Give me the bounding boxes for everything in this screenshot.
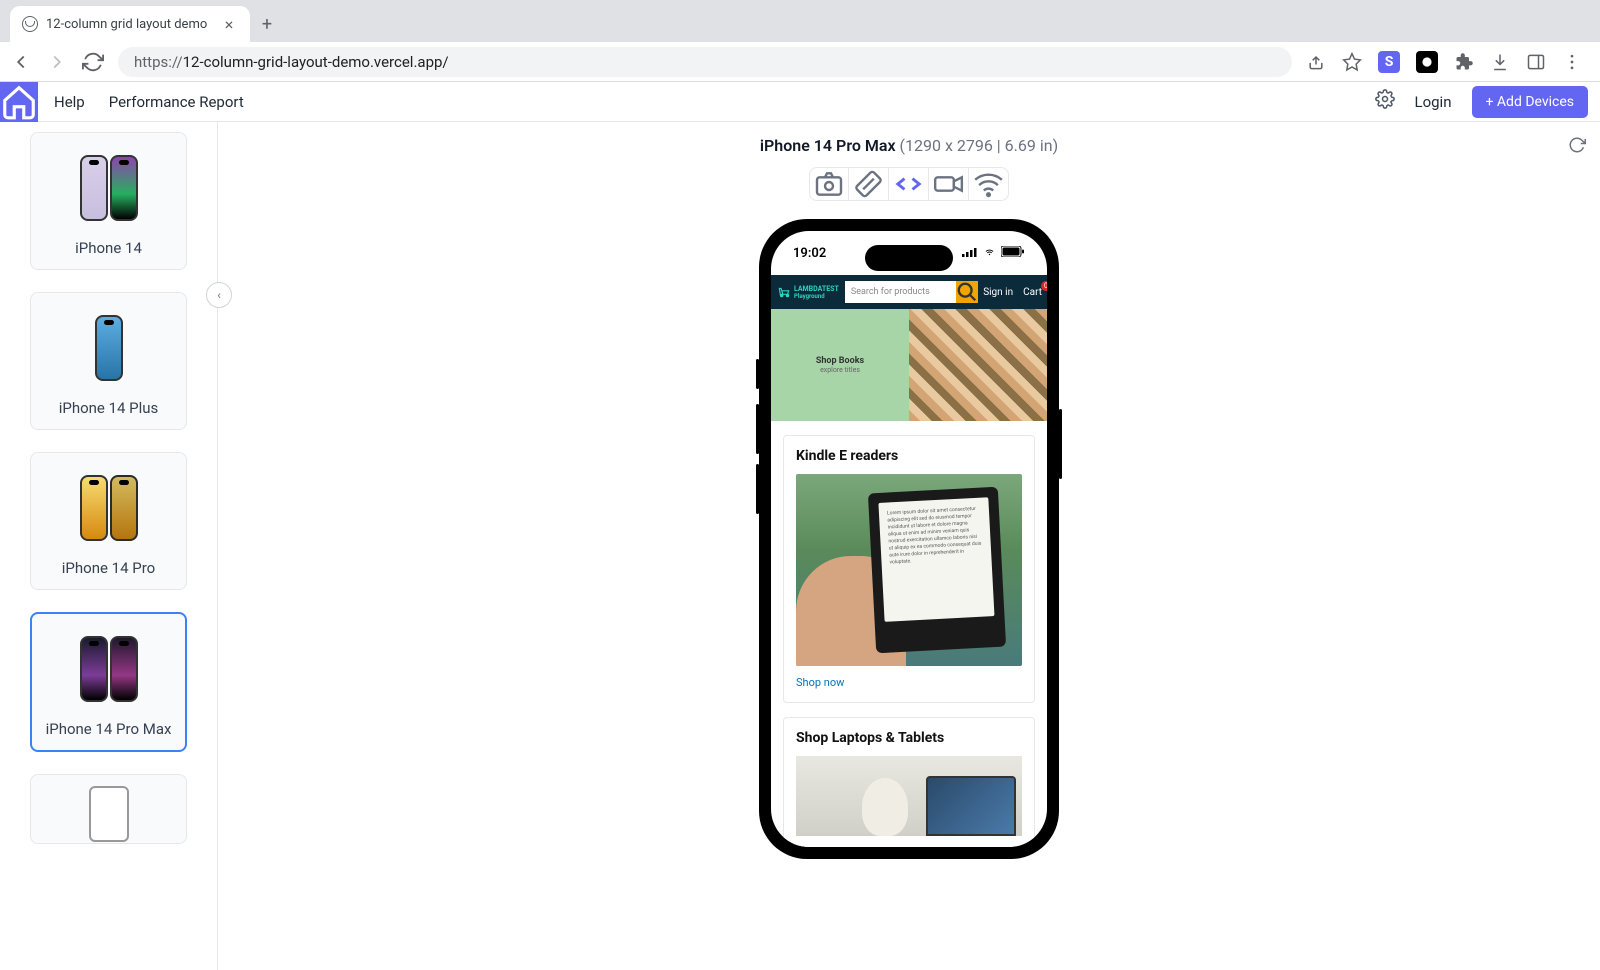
mobile-logo[interactable]: LAMBDATESTPlayground — [771, 285, 845, 300]
reload-button[interactable] — [82, 51, 104, 73]
menu-performance-report[interactable]: Performance Report — [109, 93, 244, 111]
device-card-iphone-14-pro[interactable]: iPhone 14 Pro — [30, 452, 187, 590]
device-thumbnail — [76, 628, 142, 710]
home-button[interactable] — [0, 82, 38, 122]
device-label: iPhone 14 Pro — [62, 559, 155, 577]
hero-image — [909, 309, 1047, 421]
browser-address-bar: https://12-column-grid-layout-demo.verce… — [0, 42, 1600, 82]
device-sidebar: iPhone 14 iPhone 14 Plus iPhone 14 Pro i… — [0, 122, 218, 970]
card-title: Shop Laptops & Tablets — [796, 730, 1022, 746]
device-card-iphone-14-pro-max[interactable]: iPhone 14 Pro Max — [30, 612, 187, 752]
preview-canvas: iPhone 14 Pro Max (1290 x 2796 | 6.69 in… — [218, 122, 1600, 970]
product-card-laptops: Shop Laptops & Tablets — [783, 717, 1035, 847]
refresh-icon[interactable] — [1568, 136, 1586, 158]
kindle-graphic: Lorem ipsum dolor sit amet consectetur a… — [868, 487, 1006, 654]
share-icon[interactable] — [1306, 52, 1326, 72]
extension-icon[interactable]: S — [1378, 51, 1400, 73]
mobile-cart-link[interactable]: Cart0 — [1018, 287, 1047, 298]
mobile-search-input[interactable]: Search for products — [845, 281, 956, 303]
card-image[interactable]: Lorem ipsum dolor sit amet consectetur a… — [796, 474, 1022, 666]
panel-icon[interactable] — [1526, 52, 1546, 72]
browser-tab[interactable]: 12-column grid layout demo × — [10, 6, 250, 42]
device-side-button — [1059, 409, 1062, 479]
kebab-menu-icon[interactable] — [1562, 52, 1582, 72]
device-meta: (1290 x 2796 | 6.69 in) — [900, 136, 1059, 155]
device-thumbnail — [76, 307, 142, 389]
gear-icon[interactable] — [1375, 89, 1395, 114]
status-time: 19:02 — [793, 246, 826, 261]
mobile-hero-banner[interactable]: Shop Books explore titles — [771, 309, 1047, 421]
device-thumbnail — [76, 789, 142, 839]
device-card-iphone-14-plus[interactable]: iPhone 14 Plus — [30, 292, 187, 430]
signal-icon — [962, 246, 978, 261]
preview-toolbar — [238, 167, 1580, 201]
add-devices-button[interactable]: + Add Devices — [1472, 86, 1589, 118]
globe-icon — [22, 16, 38, 32]
device-label: iPhone 14 Pro Max — [46, 720, 172, 738]
product-card-kindle: Kindle E readers Lorem ipsum dolor sit a… — [783, 435, 1035, 703]
network-icon[interactable] — [969, 167, 1009, 201]
card-title: Kindle E readers — [796, 448, 1022, 464]
device-side-button — [756, 404, 759, 454]
device-thumbnail — [76, 147, 142, 229]
mobile-signin-link[interactable]: Sign in — [978, 287, 1018, 298]
device-label: iPhone 14 Plus — [59, 399, 159, 417]
browser-tab-strip: 12-column grid layout demo × + — [0, 0, 1600, 42]
device-card-next[interactable] — [30, 774, 187, 844]
device-card-iphone-14[interactable]: iPhone 14 — [30, 132, 187, 270]
dynamic-island — [865, 245, 953, 271]
device-info-header: iPhone 14 Pro Max (1290 x 2796 | 6.69 in… — [238, 136, 1580, 155]
rotate-icon[interactable] — [849, 167, 889, 201]
mobile-site-header: LAMBDATESTPlayground Search for products… — [771, 275, 1047, 309]
menu-help[interactable]: Help — [54, 93, 85, 111]
laptop-graphic — [926, 776, 1016, 836]
device-screen[interactable]: 19:02 LAMBDATESTPlayground — [771, 231, 1047, 847]
extensions-icon[interactable] — [1454, 52, 1474, 72]
url-text: 12-column-grid-layout-demo.vercel.app/ — [183, 53, 449, 71]
sidebar-collapse-button[interactable]: ‹ — [206, 282, 232, 308]
card-image[interactable] — [796, 756, 1022, 836]
vase-graphic — [862, 778, 908, 836]
device-label: iPhone 14 — [75, 239, 142, 257]
login-link[interactable]: Login — [1415, 93, 1452, 111]
devtools-icon[interactable] — [889, 167, 929, 201]
cart-badge: 0 — [1041, 281, 1047, 291]
device-frame: 19:02 LAMBDATESTPlayground — [759, 219, 1059, 859]
app-topbar: Help Performance Report Login + Add Devi… — [0, 82, 1600, 122]
device-side-button — [756, 464, 759, 514]
shop-now-link[interactable]: Shop now — [796, 676, 844, 689]
search-icon[interactable] — [956, 281, 978, 303]
record-icon[interactable] — [929, 167, 969, 201]
new-tab-button[interactable]: + — [250, 6, 284, 42]
url-protocol: https:// — [134, 53, 183, 71]
device-thumbnail — [76, 467, 142, 549]
forward-button[interactable] — [46, 51, 68, 73]
star-icon[interactable] — [1342, 52, 1362, 72]
back-button[interactable] — [10, 51, 32, 73]
url-input[interactable]: https://12-column-grid-layout-demo.verce… — [118, 47, 1292, 77]
extension-icon[interactable] — [1416, 51, 1438, 73]
device-name: iPhone 14 Pro Max — [760, 136, 896, 155]
close-icon[interactable]: × — [220, 15, 238, 34]
download-icon[interactable] — [1490, 52, 1510, 72]
device-side-button — [756, 359, 759, 389]
screenshot-icon[interactable] — [809, 167, 849, 201]
battery-icon — [1001, 246, 1025, 261]
tab-title: 12-column grid layout demo — [46, 17, 212, 32]
hero-text: Shop Books explore titles — [771, 309, 909, 421]
wifi-icon — [982, 246, 997, 261]
